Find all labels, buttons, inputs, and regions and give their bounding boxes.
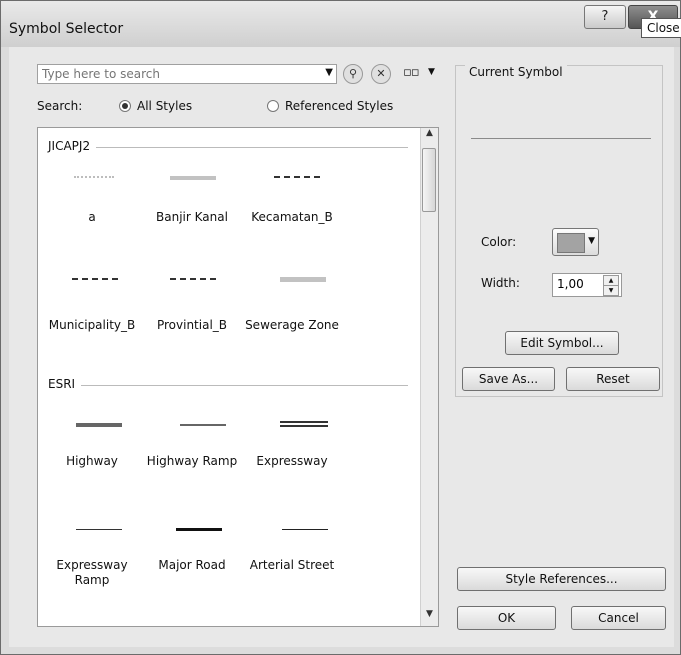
- help-button[interactable]: ?: [584, 5, 626, 29]
- symbol-preview: [176, 528, 222, 531]
- symbol-label: Municipality_B: [48, 318, 136, 332]
- symbol-label: Sewerage Zone: [245, 318, 339, 332]
- symbol-preview: [76, 529, 122, 530]
- symbol-label: Banjir Kanal: [156, 210, 228, 224]
- color-swatch: [557, 233, 585, 253]
- symbol-label: Highway: [66, 454, 118, 468]
- symbol-label: Highway Ramp: [146, 454, 238, 468]
- symbol-list[interactable]: JICAPJ2 a Banjir Kanal Kecamatan_B Munic…: [37, 127, 439, 627]
- scroll-down-arrow-icon[interactable]: ▼: [421, 609, 438, 626]
- title-bar[interactable]: Symbol Selector ? X: [1, 1, 680, 47]
- radio-referenced-styles-label: Referenced Styles: [285, 99, 394, 113]
- current-symbol-label: Current Symbol: [465, 65, 567, 79]
- group-title-esri: ESRI: [48, 377, 82, 391]
- symbol-list-scrollbar[interactable]: ▲ ▼: [420, 128, 438, 626]
- symbol-preview: [170, 176, 216, 180]
- color-label: Color:: [481, 235, 517, 249]
- radio-referenced-styles-dot[interactable]: [267, 100, 279, 112]
- symbol-label: Kecamatan_B: [251, 210, 333, 224]
- color-dropdown-arrow-icon: ▼: [588, 236, 595, 246]
- symbol-label: Major Road: [158, 558, 226, 572]
- group-divider: [48, 147, 408, 148]
- style-references-button[interactable]: Style References...: [457, 567, 666, 591]
- clear-search-icon[interactable]: ✕: [371, 64, 391, 84]
- group-title-jicapj2: JICAPJ2: [48, 139, 97, 153]
- symbol-label: Arterial Street: [249, 558, 335, 572]
- width-label: Width:: [481, 276, 520, 290]
- reset-button[interactable]: Reset: [566, 367, 660, 391]
- view-options-dropdown-icon[interactable]: ▼: [428, 67, 435, 77]
- cancel-button[interactable]: Cancel: [571, 606, 666, 630]
- symbol-label: Expressway: [256, 454, 328, 468]
- search-input[interactable]: [38, 65, 316, 83]
- symbol-preview: [280, 421, 328, 427]
- symbol-label: a: [88, 210, 96, 224]
- symbol-preview: [76, 423, 122, 427]
- width-decrease-icon[interactable]: ▼: [603, 285, 619, 296]
- dialog-body: ▼ ⚲ ✕ ▫▫ ▼ Search: All Styles Referenced…: [9, 47, 674, 647]
- scroll-thumb[interactable]: [422, 148, 436, 212]
- color-picker-button[interactable]: ▼: [552, 228, 599, 256]
- search-dropdown-arrow-icon[interactable]: ▼: [325, 67, 333, 78]
- symbol-preview: [170, 278, 216, 280]
- ok-button[interactable]: OK: [457, 606, 556, 630]
- symbol-preview: [72, 278, 118, 280]
- symbol-preview: [74, 176, 114, 178]
- search-label: Search:: [37, 99, 83, 113]
- symbol-preview: [274, 176, 320, 178]
- search-icon[interactable]: ⚲: [343, 64, 363, 84]
- edit-symbol-button[interactable]: Edit Symbol...: [505, 331, 619, 355]
- symbol-selector-window: Symbol Selector ? X ▼ ⚲ ✕ ▫▫ ▼ Search: A…: [0, 0, 681, 655]
- current-symbol-preview: [471, 138, 651, 139]
- window-title: Symbol Selector: [9, 21, 124, 37]
- close-tooltip: Close: [641, 18, 681, 38]
- save-as-button[interactable]: Save As...: [462, 367, 555, 391]
- group-divider: [48, 385, 408, 386]
- symbol-label: Provintial_B: [156, 318, 228, 332]
- view-options-icon[interactable]: ▫▫: [403, 65, 420, 80]
- symbol-preview: [180, 424, 226, 426]
- scroll-up-arrow-icon[interactable]: ▲: [421, 128, 438, 145]
- symbol-label: Expressway Ramp: [56, 558, 128, 587]
- radio-referenced-styles[interactable]: Referenced Styles: [267, 99, 393, 113]
- symbol-preview: [282, 529, 328, 530]
- radio-all-styles[interactable]: All Styles: [119, 99, 192, 113]
- radio-all-styles-dot[interactable]: [119, 100, 131, 112]
- width-input[interactable]: [553, 274, 603, 294]
- symbol-preview: [280, 277, 326, 282]
- radio-all-styles-label: All Styles: [137, 99, 193, 113]
- search-input-box[interactable]: ▼: [37, 64, 337, 84]
- width-spinbox[interactable]: ▲ ▼: [552, 273, 622, 297]
